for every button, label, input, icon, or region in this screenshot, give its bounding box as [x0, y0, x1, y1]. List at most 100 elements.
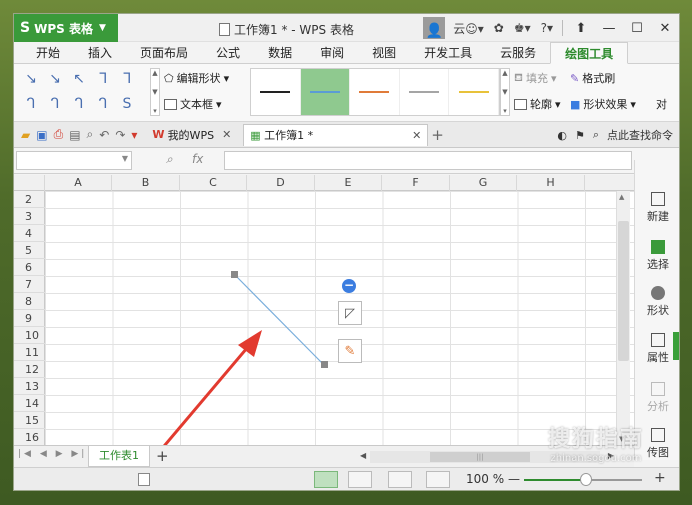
- wps-w-icon: W: [152, 128, 165, 141]
- shape-effect-button[interactable]: ■ 形状效果 ▾: [570, 96, 636, 112]
- panel-property-label: 属性: [647, 351, 669, 364]
- customize-toolbar-icon[interactable]: ▾: [131, 128, 137, 142]
- fill-button[interactable]: ⛾ 填充 ▾: [514, 70, 557, 86]
- line-swatch-0: [260, 91, 291, 93]
- print-preview-icon[interactable]: ⌕: [87, 127, 94, 142]
- normal-view-button[interactable]: [314, 471, 338, 488]
- skin-icon[interactable]: ✿: [489, 21, 509, 35]
- wps-logo-icon: S: [20, 20, 31, 36]
- connector-elbow-icon[interactable]: ᒣ: [92, 68, 114, 90]
- connector-elbow-5-icon[interactable]: ᒉ: [92, 93, 114, 115]
- edit-shape-button[interactable]: ⬠ 编辑形状 ▾: [164, 70, 229, 86]
- scroll-left-icon[interactable]: ◀: [360, 451, 366, 460]
- document-tab-bar: ▰ ▣ ⎙ ▤ ⌕ ↶ ↷ ▾ W 我的WPS ✕ ▦ 工作簿1 * ✕ + ◐…: [14, 122, 679, 148]
- tab-cloud[interactable]: 云服务: [486, 42, 550, 64]
- tab-page-layout[interactable]: 页面布局: [126, 42, 202, 64]
- connector-curve-icon[interactable]: S: [116, 93, 138, 115]
- avatar[interactable]: 👤: [423, 17, 446, 39]
- redo-icon[interactable]: ↷: [115, 128, 125, 142]
- close-tab-icon[interactable]: ✕: [222, 128, 231, 141]
- chevron-down-icon[interactable]: ▼: [122, 154, 128, 163]
- sheet-tab-active[interactable]: 工作表1: [88, 446, 150, 467]
- tab-data[interactable]: 数据: [254, 42, 306, 64]
- panel-new-button[interactable]: 新建: [635, 192, 679, 224]
- format-painter-button[interactable]: ✎ 格式刷: [570, 70, 615, 86]
- line-style-1[interactable]: [300, 69, 351, 115]
- tab-home[interactable]: 开始: [22, 42, 74, 64]
- save-icon[interactable]: ▣: [36, 128, 47, 142]
- export-pdf-icon[interactable]: ⎙: [54, 127, 64, 142]
- connector-elbow-2-icon[interactable]: ᒉ: [20, 93, 42, 115]
- panel-shape-button[interactable]: 形状: [635, 286, 679, 318]
- vertical-scrollbar[interactable]: ▲ ▼: [616, 191, 630, 445]
- collapse-icon[interactable]: −: [342, 279, 356, 293]
- print-icon[interactable]: ▤: [69, 128, 80, 142]
- formula-input[interactable]: [224, 151, 632, 170]
- reading-mode-button[interactable]: [426, 471, 450, 488]
- line-style-gallery-scroll[interactable]: ▲ ▼ ▾: [500, 68, 510, 116]
- close-button[interactable]: ✕: [651, 21, 679, 36]
- shape-outline-float-button[interactable]: ✎: [338, 339, 362, 363]
- tab-review[interactable]: 审阅: [306, 42, 358, 64]
- connector-elbow-arrow-icon[interactable]: ᒣ: [116, 68, 138, 90]
- connector-straight-icon[interactable]: ↘: [20, 68, 42, 90]
- add-sheet-button[interactable]: +: [156, 447, 169, 465]
- zoom-slider-knob[interactable]: [580, 473, 592, 486]
- restore-ribbon-icon[interactable]: ⬆: [567, 21, 595, 36]
- sogou-watermark: 搜狗指南 zhinan.sogou.com: [521, 421, 671, 464]
- sheet-nav-arrows[interactable]: |◀ ◀ ▶ ▶|: [18, 449, 87, 459]
- sync-icon[interactable]: ◐: [557, 129, 567, 142]
- panel-collapse-handle[interactable]: [673, 332, 679, 360]
- fx-icon[interactable]: fx: [192, 152, 203, 166]
- search-icon[interactable]: ⌕: [593, 128, 599, 142]
- line-style-4[interactable]: [449, 69, 499, 115]
- help-button[interactable]: ?▾: [536, 21, 558, 35]
- outline-label: 轮廓: [530, 98, 552, 111]
- vertical-scroll-thumb[interactable]: [618, 221, 629, 361]
- user-cloud-button[interactable]: 云☺▾: [448, 20, 489, 37]
- minimize-button[interactable]: —: [595, 21, 623, 36]
- flag-icon[interactable]: ⚑: [575, 129, 585, 142]
- line-style-0[interactable]: [251, 69, 301, 115]
- line-end-handle[interactable]: [321, 361, 328, 368]
- open-folder-icon[interactable]: ▰: [21, 128, 30, 142]
- line-style-2[interactable]: [350, 69, 400, 115]
- tab-my-wps[interactable]: W 我的WPS ✕: [146, 124, 237, 146]
- undo-icon[interactable]: ↶: [99, 128, 109, 142]
- maximize-button[interactable]: ☐: [623, 21, 651, 36]
- connector-elbow-4-icon[interactable]: ᒉ: [68, 93, 90, 115]
- panel-select-button[interactable]: 选择: [635, 240, 679, 272]
- zoom-in-button[interactable]: +: [654, 470, 666, 486]
- text-box-button[interactable]: 文本框 ▾: [164, 96, 222, 112]
- tab-formulas[interactable]: 公式: [202, 42, 254, 64]
- line-start-handle[interactable]: [231, 271, 238, 278]
- horizontal-scroll-thumb[interactable]: |||: [430, 452, 530, 462]
- zoom-out-button[interactable]: —: [508, 472, 520, 486]
- name-box[interactable]: ▼: [16, 151, 132, 170]
- search-command-input[interactable]: 点此查找命令: [607, 127, 673, 143]
- scroll-up-icon[interactable]: ▲: [619, 193, 624, 201]
- zoom-icon[interactable]: ⌕: [166, 152, 173, 167]
- tab-view[interactable]: 视图: [358, 42, 410, 64]
- new-tab-icon[interactable]: +: [431, 126, 444, 144]
- connector-double-arrow-icon[interactable]: ↖: [68, 68, 90, 90]
- tab-workbook[interactable]: ▦ 工作簿1 * ✕: [243, 123, 429, 146]
- page-break-view-button[interactable]: [348, 471, 372, 488]
- connector-arrow-icon[interactable]: ↘: [44, 68, 66, 90]
- zoom-level[interactable]: 100 %: [466, 472, 504, 486]
- align-button[interactable]: 对: [656, 96, 667, 112]
- panel-analysis-button[interactable]: 分析: [635, 382, 679, 414]
- connector-gallery-scroll[interactable]: ▲ ▼ ▾: [150, 68, 160, 116]
- outline-button[interactable]: 轮廓 ▾: [514, 96, 561, 112]
- document-status-icon[interactable]: [138, 473, 150, 486]
- layout-view-button[interactable]: [388, 471, 412, 488]
- tab-developer[interactable]: 开发工具: [410, 42, 486, 64]
- tab-insert[interactable]: 插入: [74, 42, 126, 64]
- shirt-icon[interactable]: ♚▾: [509, 21, 536, 35]
- close-tab-icon[interactable]: ✕: [412, 129, 421, 142]
- shape-style-float-button[interactable]: ◸: [338, 301, 362, 325]
- tab-drawing-tools[interactable]: 绘图工具: [550, 41, 629, 64]
- app-menu-button[interactable]: S WPS 表格 ▼: [14, 14, 118, 42]
- line-style-3[interactable]: [400, 69, 450, 115]
- connector-elbow-3-icon[interactable]: ᒉ: [44, 93, 66, 115]
